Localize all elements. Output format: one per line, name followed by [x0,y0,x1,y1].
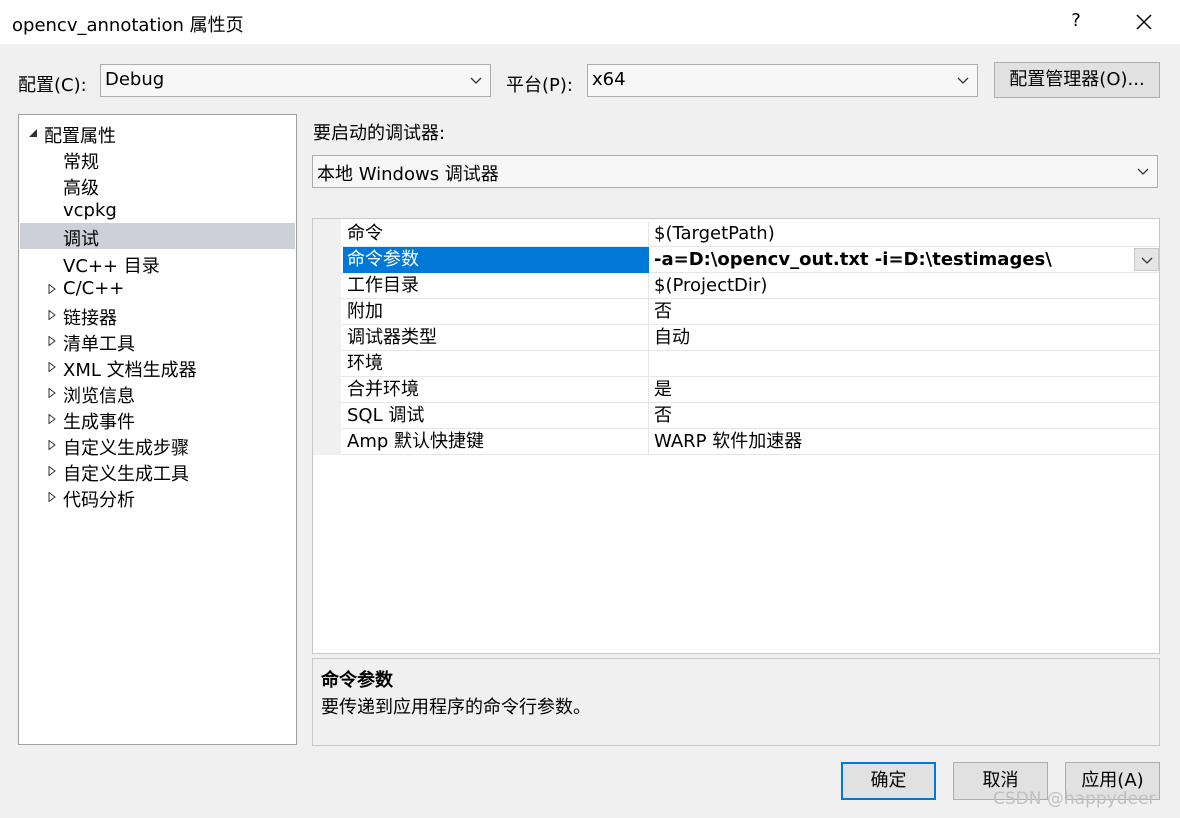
tree-item-label: 清单工具 [63,334,135,355]
collapsed-triangle-icon [48,466,56,476]
help-button[interactable]: ? [1066,10,1086,31]
property-row-attach[interactable]: 附加 否 [341,299,1159,325]
property-row-sql-debugging[interactable]: SQL 调试 否 [341,403,1159,429]
tree-item-browse-information[interactable]: 浏览信息 [20,380,295,407]
title-bar: opencv_annotation 属性页 ? [0,0,1180,44]
property-value[interactable]: $(ProjectDir) [654,273,767,299]
tree-item-label: 代码分析 [63,490,135,511]
property-row-command[interactable]: 命令 $(TargetPath) [341,221,1159,247]
tree-item-build-events[interactable]: 生成事件 [20,406,295,433]
collapsed-triangle-icon [48,310,56,320]
property-name: 调试器类型 [343,325,649,351]
property-value[interactable]: WARP 软件加速器 [654,429,802,455]
description-pane: 命令参数 要传递到应用程序的命令行参数。 [312,658,1160,746]
property-name: 工作目录 [343,273,649,299]
property-name: 环境 [343,351,649,377]
collapsed-triangle-icon [48,388,56,398]
debugger-dropdown[interactable]: 本地 Windows 调试器 [312,155,1158,188]
tree-root-config-properties[interactable]: 配置属性 [20,120,295,147]
property-name: 命令 [343,221,649,247]
tree-item-label: 生成事件 [63,412,135,433]
tree-item-label: 链接器 [63,308,117,329]
collapsed-triangle-icon [48,440,56,450]
config-dropdown[interactable]: Debug [100,64,491,97]
property-value[interactable]: 自动 [654,325,690,351]
property-row-command-arguments[interactable]: 命令参数 -a=D:\opencv_out.txt -i=D:\testimag… [341,247,1159,273]
tree-item-debugging[interactable]: 调试 [20,223,295,250]
watermark: CSDN @happydeer [993,789,1156,809]
property-row-environment[interactable]: 环境 [341,351,1159,377]
tree-item-manifest-tool[interactable]: 清单工具 [20,328,295,355]
tree-item-vc-directories[interactable]: VC++ 目录 [20,250,295,277]
collapsed-triangle-icon [48,414,56,424]
property-name: 命令参数 [343,247,649,273]
tree-item-label: 常规 [63,152,99,173]
property-row-amp-default-accelerator[interactable]: Amp 默认快捷键 WARP 软件加速器 [341,429,1159,455]
property-value[interactable]: -a=D:\opencv_out.txt -i=D:\testimages\ [654,247,1052,273]
property-row-merge-environment[interactable]: 合并环境 是 [341,377,1159,403]
property-name: Amp 默认快捷键 [343,429,649,455]
tree-item-general[interactable]: 常规 [20,146,295,173]
close-icon[interactable] [1132,10,1156,34]
tree-item-label: 自定义生成工具 [63,464,189,485]
tree-item-xml-doc-generator[interactable]: XML 文档生成器 [20,354,295,381]
chevron-down-icon [470,77,482,84]
tree-item-label: 调试 [63,229,99,250]
platform-label: 平台(P): [506,75,573,96]
chevron-down-icon [1137,168,1149,175]
property-name: 附加 [343,299,649,325]
configuration-manager-button[interactable]: 配置管理器(O)... [994,62,1160,98]
collapsed-triangle-icon [48,284,56,294]
tree-item-custom-build-step[interactable]: 自定义生成步骤 [20,432,295,459]
property-name: 合并环境 [343,377,649,403]
property-grid: 命令 $(TargetPath) 命令参数 -a=D:\opencv_out.t… [312,218,1160,654]
chevron-down-icon [957,77,969,84]
tree-item-label: VC++ 目录 [63,256,160,277]
tree-item-c-cpp[interactable]: C/C++ [20,276,295,302]
property-row-debugger-type[interactable]: 调试器类型 自动 [341,325,1159,351]
tree-item-custom-build-tool[interactable]: 自定义生成工具 [20,458,295,485]
tree-item-advanced[interactable]: 高级 [20,172,295,199]
tree-item-label: 浏览信息 [63,386,135,407]
tree-item-code-analysis[interactable]: 代码分析 [20,484,295,511]
description-title: 命令参数 [321,670,393,691]
tree-item-label: C/C++ [63,278,125,299]
tree-item-label: XML 文档生成器 [63,360,197,381]
grid-gutter [313,219,341,455]
window-title: opencv_annotation 属性页 [12,15,244,36]
property-tree: 配置属性 常规 高级 vcpkg 调试 VC++ 目录 C/C++ 链接器 清单… [18,114,297,745]
platform-dropdown[interactable]: x64 [587,64,978,97]
ok-button[interactable]: 确定 [841,762,936,800]
property-value[interactable]: 是 [654,377,672,403]
tree-item-vcpkg[interactable]: vcpkg [20,198,295,224]
expanded-triangle-icon [29,129,37,137]
property-value[interactable]: $(TargetPath) [654,221,775,247]
tree-item-label: 高级 [63,178,99,199]
config-label: 配置(C): [18,75,87,96]
tree-item-linker[interactable]: 链接器 [20,302,295,329]
debugger-value: 本地 Windows 调试器 [317,164,499,185]
property-row-working-directory[interactable]: 工作目录 $(ProjectDir) [341,273,1159,299]
platform-value: x64 [592,69,626,90]
property-name: SQL 调试 [343,403,649,429]
collapsed-triangle-icon [48,492,56,502]
description-text: 要传递到应用程序的命令行参数。 [321,697,591,718]
property-value[interactable]: 否 [654,299,672,325]
tree-item-label: vcpkg [63,200,117,221]
debugger-label: 要启动的调试器: [313,123,446,144]
chevron-down-icon [1141,257,1153,264]
property-value-dropdown-button[interactable] [1134,248,1159,271]
config-value: Debug [105,69,165,90]
property-value[interactable]: 否 [654,403,672,429]
tree-root-label: 配置属性 [44,126,116,147]
collapsed-triangle-icon [48,336,56,346]
tree-item-label: 自定义生成步骤 [63,438,189,459]
collapsed-triangle-icon [48,362,56,372]
